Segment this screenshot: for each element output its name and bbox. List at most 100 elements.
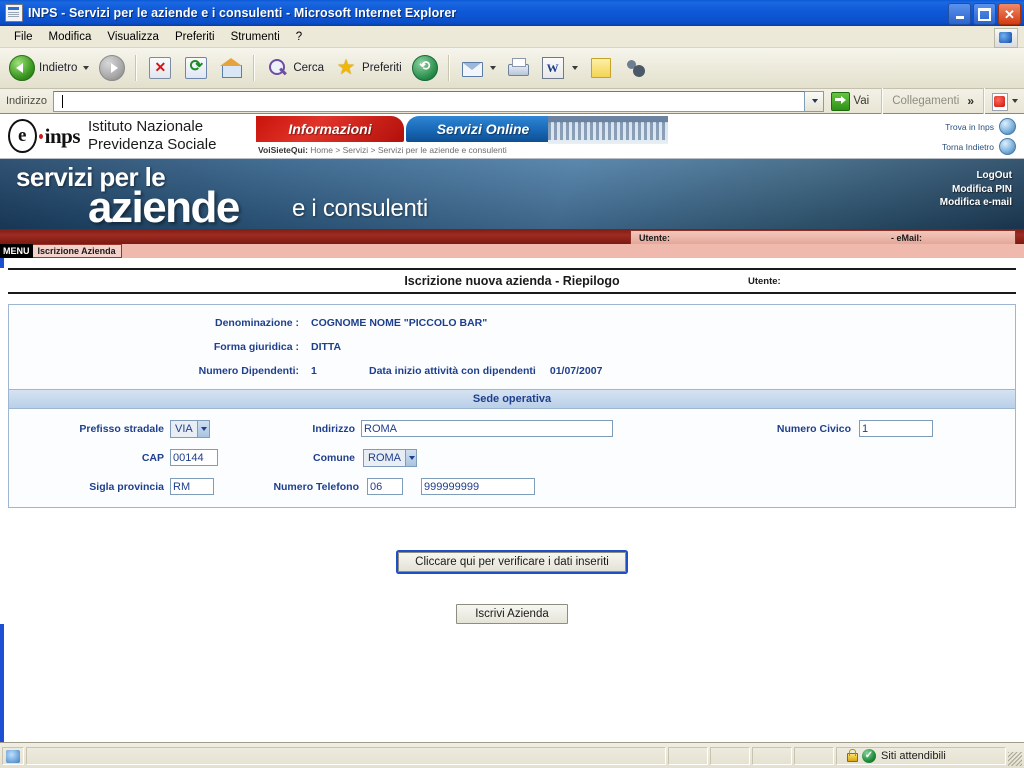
chevron-down-icon — [405, 449, 416, 466]
numero-civico-input[interactable] — [859, 420, 933, 437]
chevron-down-icon[interactable] — [571, 66, 578, 70]
window-title: INPS - Servizi per le aziende e i consul… — [28, 6, 457, 20]
forward-button[interactable] — [94, 53, 130, 83]
security-zone-indicator[interactable]: Siti attendibili — [836, 746, 1006, 765]
modifica-pin-link[interactable]: Modifica PIN — [940, 183, 1012, 197]
chevron-down-icon[interactable] — [489, 66, 496, 70]
favorites-button[interactable]: ★ Preferiti — [329, 53, 407, 83]
modifica-email-link[interactable]: Modifica e-mail — [940, 196, 1012, 210]
back-label: Indietro — [39, 62, 78, 74]
menu-item-visualizza[interactable]: Visualizza — [99, 29, 167, 45]
trova-in-inps-label: Trova in Inps — [945, 121, 994, 132]
trova-in-inps-link[interactable]: Trova in Inps — [942, 118, 1016, 135]
maximize-button[interactable] — [973, 3, 996, 25]
messenger-icon — [624, 56, 648, 80]
menu-item-modifica[interactable]: Modifica — [41, 29, 100, 45]
site-header: e inps Istituto Nazionale Previdenza Soc… — [0, 114, 1024, 159]
overflow-chevron-icon[interactable]: » — [963, 94, 978, 108]
comune-value: ROMA — [368, 451, 401, 464]
iscrivi-azienda-button[interactable]: Iscrivi Azienda — [456, 604, 568, 624]
logout-link[interactable]: LogOut — [940, 169, 1012, 183]
header-quick-links: Trova in Inps Torna Indietro — [942, 118, 1016, 158]
tab-servizi-online[interactable]: Servizi Online — [406, 116, 560, 142]
sede-operativa-header: Sede operativa — [9, 389, 1015, 409]
numero-telefono-label: Numero Telefono — [273, 480, 359, 493]
mail-button[interactable] — [455, 53, 501, 83]
tab-informazioni[interactable]: Informazioni — [256, 116, 404, 142]
globe-icon — [999, 138, 1016, 155]
page-icon — [5, 4, 23, 22]
sede-operativa-title: Sede operativa — [472, 393, 552, 405]
menu-item-file[interactable]: File — [6, 29, 41, 45]
toolbar-separator — [447, 55, 450, 81]
back-button[interactable]: Indietro — [4, 53, 94, 83]
breadcrumb-path[interactable]: Home > Servizi > Servizi per le aziende … — [310, 145, 507, 155]
pdf-toolbar-icon[interactable] — [990, 92, 1010, 111]
indirizzo-input[interactable] — [361, 420, 613, 437]
cap-input[interactable] — [170, 449, 218, 466]
chevron-down-icon[interactable] — [83, 66, 90, 70]
inps-logo-e: e — [8, 119, 37, 153]
status-message-cell — [26, 746, 666, 765]
address-dropdown-button[interactable] — [805, 90, 825, 112]
home-button[interactable] — [214, 53, 248, 83]
history-button[interactable] — [407, 53, 443, 83]
status-spacer-1 — [668, 746, 708, 765]
chevron-down-icon[interactable] — [1012, 99, 1018, 103]
chevron-down-icon — [196, 420, 209, 437]
text-cursor — [61, 94, 63, 108]
cap-label: CAP — [141, 451, 164, 464]
institute-line-2: Previdenza Sociale — [88, 135, 217, 153]
resize-grip[interactable] — [1008, 752, 1022, 766]
go-arrow-icon — [831, 91, 851, 111]
prefisso-stradale-label: Prefisso stradale — [79, 422, 164, 435]
comune-label: Comune — [313, 451, 355, 464]
print-button[interactable] — [501, 53, 535, 83]
mail-icon — [460, 56, 484, 80]
torna-indietro-link[interactable]: Torna Indietro — [942, 138, 1016, 155]
denominazione-label: Denominazione : — [214, 317, 299, 329]
page-utente-label: Utente: — [748, 275, 781, 287]
institute-line-1: Istituto Nazionale — [88, 118, 204, 135]
minimize-button[interactable] — [948, 3, 971, 25]
close-icon: ✕ — [1004, 6, 1015, 22]
prefisso-stradale-select[interactable]: VIA — [170, 419, 210, 438]
links-label[interactable]: Collegamenti — [888, 95, 963, 107]
edit-word-button[interactable] — [535, 53, 583, 83]
menu-strip-label[interactable]: MENU — [0, 244, 33, 258]
messenger-button[interactable] — [619, 53, 653, 83]
page-body: Iscrizione nuova azienda - Riepilogo Ute… — [0, 268, 1024, 624]
sigla-provincia-label: Sigla provincia — [89, 480, 164, 493]
refresh-button[interactable] — [178, 53, 214, 83]
telefono-prefix-input[interactable] — [367, 478, 403, 495]
lock-icon — [845, 749, 858, 762]
telefono-number-input[interactable] — [421, 478, 535, 495]
verify-data-button[interactable]: Cliccare qui per verificare i dati inser… — [398, 552, 626, 572]
notes-button[interactable] — [583, 53, 619, 83]
menu-item-strumenti[interactable]: Strumenti — [223, 29, 288, 45]
row-forma-giuridica: Forma giuridica : DITTA — [9, 335, 1015, 359]
hero-banner: servizi per le aziende e i consulenti Lo… — [0, 159, 1024, 229]
go-button[interactable]: Vai — [824, 90, 876, 112]
stop-button[interactable] — [142, 53, 178, 83]
building-columns — [548, 122, 668, 140]
hero-line-3: e i consulenti — [292, 195, 428, 222]
menu-strip-current-item[interactable]: Iscrizione Azienda — [32, 244, 122, 258]
menu-item-help[interactable]: ? — [288, 29, 310, 45]
green-check-icon — [862, 748, 876, 763]
close-button[interactable]: ✕ — [998, 3, 1021, 25]
header-building-image — [548, 116, 668, 144]
row-denominazione: Denominazione : COGNOME NOME "PICCOLO BA… — [9, 305, 1015, 335]
address-input[interactable] — [52, 90, 806, 112]
comune-select[interactable]: ROMA — [363, 448, 417, 467]
inps-logo[interactable]: e inps — [8, 118, 81, 154]
section-menu-strip: MENU Iscrizione Azienda — [0, 244, 1024, 258]
data-inizio-value: 01/07/2007 — [549, 365, 603, 377]
menu-item-preferiti[interactable]: Preferiti — [167, 29, 223, 45]
search-button[interactable]: Cerca — [260, 53, 329, 83]
prefisso-stradale-value: VIA — [175, 422, 193, 435]
summary-panel: Denominazione : COGNOME NOME "PICCOLO BA… — [8, 304, 1016, 508]
tab-servizi-online-label: Servizi Online — [436, 121, 530, 137]
status-spacer-3 — [752, 746, 792, 765]
sigla-provincia-input[interactable] — [170, 478, 214, 495]
